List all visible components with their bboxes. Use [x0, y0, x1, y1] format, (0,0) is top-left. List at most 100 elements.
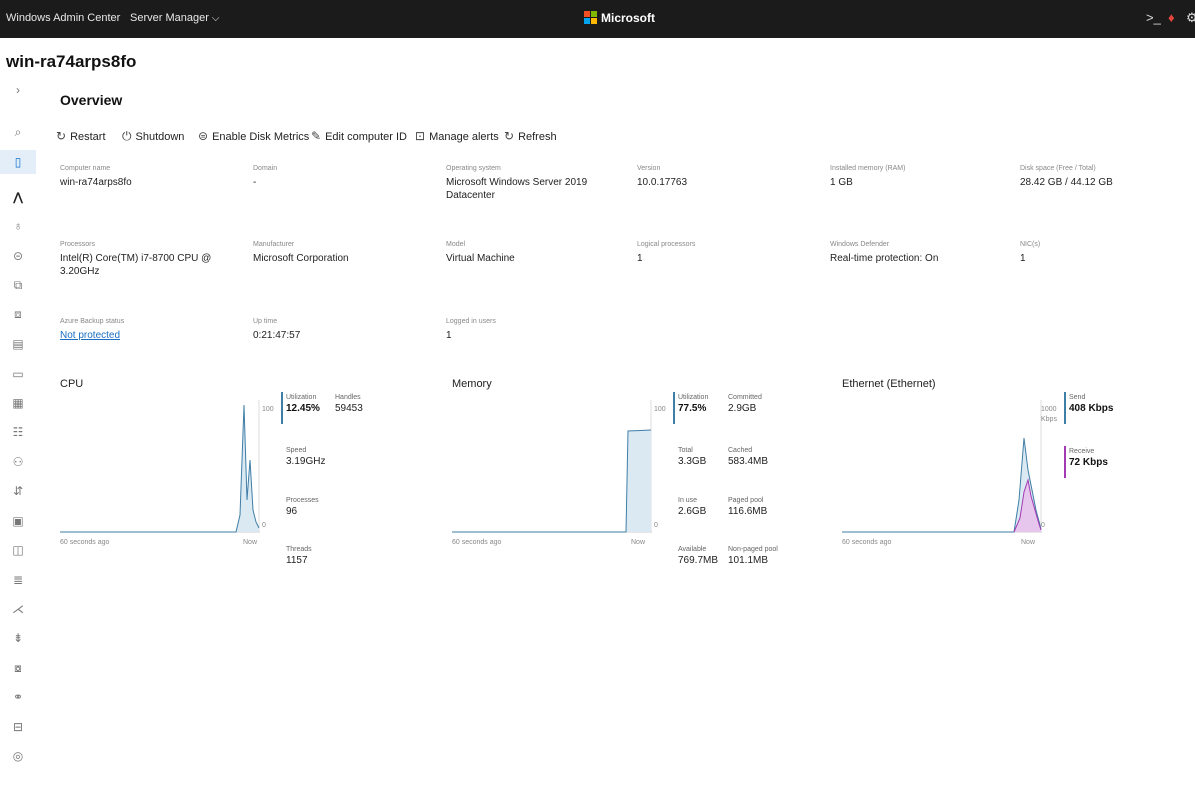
- containers-nav-icon[interactable]: ⊝: [0, 244, 36, 268]
- firewall-nav-icon[interactable]: ▭: [0, 362, 36, 386]
- mem-available: Available 769.7MB: [678, 546, 718, 566]
- eth-unit-label: Kbps: [1041, 416, 1057, 423]
- cpu-speed: Speed 3.19GHz: [286, 447, 325, 467]
- mem-inuse: In use 2.6GB: [678, 497, 706, 517]
- search-icon[interactable]: ⌕: [0, 120, 36, 144]
- settings-nav-icon[interactable]: ⚭: [0, 685, 36, 709]
- manage-alerts-button[interactable]: ⊡ Manage alerts: [415, 129, 499, 143]
- prop-value: Real-time protection: On: [830, 253, 939, 264]
- prop-backup: Azure Backup status Not protected: [60, 318, 124, 342]
- devices-nav-icon[interactable]: ⧉: [0, 273, 36, 297]
- eth-send: Send 408 Kbps: [1069, 394, 1113, 414]
- prop-label: NIC(s): [1020, 241, 1041, 248]
- overview-nav-icon[interactable]: ▯: [0, 150, 36, 174]
- restart-button[interactable]: ↻ Restart: [56, 129, 106, 143]
- mem-min-label: 0: [654, 522, 658, 529]
- prop-uptime: Up time 0:21:47:57: [253, 318, 300, 342]
- prop-value: Microsoft Windows Server 2019: [446, 177, 588, 188]
- cpu-chart: [60, 400, 260, 533]
- cpu-line: [60, 404, 260, 533]
- stat-value: 408 Kbps: [1069, 403, 1114, 414]
- prop-version: Version 10.0.17763: [637, 165, 687, 189]
- prop-logged-users: Logged in users 1: [446, 318, 496, 342]
- prop-value: Microsoft Corporation: [253, 253, 349, 264]
- manage-alerts-label: Manage alerts: [429, 131, 499, 143]
- send-marker: [1064, 392, 1066, 424]
- prop-label: Logical processors: [637, 241, 696, 248]
- settings-icon[interactable]: ⚙: [1186, 10, 1195, 26]
- registry-nav-icon[interactable]: ≣: [0, 568, 36, 592]
- storage-nav-icon[interactable]: ⊟: [0, 715, 36, 739]
- refresh-label: Refresh: [518, 131, 557, 143]
- cpu-utilization: Utilization 12.45%: [286, 394, 320, 414]
- notification-icon[interactable]: ♦: [1168, 10, 1175, 25]
- expand-icon[interactable]: ›: [0, 78, 36, 102]
- stat-label: Non-paged pool: [728, 546, 778, 553]
- eth-max-label: 1000: [1041, 406, 1057, 413]
- mem-committed: Committed 2.9GB: [728, 394, 762, 414]
- prop-model: Model Virtual Machine: [446, 241, 515, 265]
- eth-min-label: 0: [1041, 522, 1045, 529]
- list-nav-icon[interactable]: ☷: [0, 420, 36, 444]
- refresh-icon: ↻: [504, 129, 515, 143]
- prop-label: Manufacturer: [253, 241, 295, 248]
- stat-label: Utilization: [678, 394, 709, 401]
- certificates-nav-icon[interactable]: ♁: [0, 214, 36, 238]
- backup-status-link[interactable]: Not protected: [60, 329, 124, 342]
- users-nav-icon[interactable]: ⚇: [0, 450, 36, 474]
- network-nav-icon[interactable]: ⇵: [0, 479, 36, 503]
- prop-value-2: 3.20GHz: [60, 266, 100, 277]
- prop-label: Operating system: [446, 165, 501, 172]
- page-title: Overview: [60, 92, 123, 108]
- stat-value: 3.3GB: [678, 456, 707, 467]
- stat-label: Utilization: [286, 394, 317, 401]
- stat-label: Speed: [286, 447, 307, 454]
- alerts-nav-icon[interactable]: ⋀: [0, 185, 36, 209]
- stat-label: Paged pool: [728, 497, 764, 504]
- alert-icon: ⊡: [415, 129, 426, 143]
- packet-nav-icon[interactable]: ▣: [0, 509, 36, 533]
- terminal-icon[interactable]: >_: [1146, 10, 1161, 25]
- prop-label: Disk space (Free / Total): [1020, 165, 1096, 172]
- stat-label: Processes: [286, 497, 319, 504]
- cpu-handles: Handles 59453: [335, 394, 363, 414]
- stat-label: Available: [678, 546, 707, 553]
- prop-processors: Processors Intel(R) Core(TM) i7-8700 CPU…: [60, 241, 211, 278]
- enable-disk-metrics-button[interactable]: ⊜ Enable Disk Metrics: [198, 129, 309, 143]
- prop-defender: Windows Defender Real-time protection: O…: [830, 241, 938, 265]
- edit-id-label: Edit computer ID: [325, 131, 407, 143]
- edit-computer-id-button[interactable]: ✎ Edit computer ID: [311, 129, 407, 143]
- stat-value: 72 Kbps: [1069, 457, 1108, 468]
- cpu-chart-title: CPU: [60, 378, 84, 390]
- prop-value: 10.0.17763: [637, 177, 688, 188]
- restart-label: Restart: [70, 131, 106, 143]
- server-manager-menu[interactable]: Server Manager ⌵: [130, 12, 219, 24]
- cpu-max-label: 100: [262, 406, 274, 413]
- services-nav-icon[interactable]: ⧇: [0, 656, 36, 680]
- top-bar: Windows Admin Center Server Manager ⌵ Mic…: [0, 0, 1195, 38]
- stat-value: 2.6GB: [678, 506, 707, 517]
- apps-nav-icon[interactable]: ▦: [0, 391, 36, 415]
- prop-label: Computer name: [60, 165, 111, 172]
- eth-start-label: 60 seconds ago: [842, 539, 892, 546]
- performance-nav-icon[interactable]: ◫: [0, 538, 36, 562]
- roles-nav-icon[interactable]: ⋌: [0, 597, 36, 621]
- prop-value: 1: [1020, 253, 1026, 264]
- files-nav-icon[interactable]: ▤: [0, 332, 36, 356]
- mem-nonpaged-pool: Non-paged pool 101.1MB: [728, 546, 778, 566]
- ethernet-chart-title: Ethernet (Ethernet): [842, 378, 936, 390]
- brand-name: Microsoft: [601, 11, 655, 25]
- send-line: [842, 437, 1042, 533]
- updates-nav-icon[interactable]: ◎: [0, 744, 36, 768]
- prop-label: Model: [446, 241, 466, 248]
- events-nav-icon[interactable]: ⧈: [0, 302, 36, 326]
- microsoft-logo-icon: [584, 11, 598, 25]
- tasks-nav-icon[interactable]: ⇟: [0, 626, 36, 650]
- stat-value: 96: [286, 506, 298, 517]
- shutdown-button[interactable]: ⏻ Shutdown: [122, 129, 184, 144]
- app-title[interactable]: Windows Admin Center: [6, 12, 120, 24]
- cpu-min-label: 0: [262, 522, 266, 529]
- stat-value: 583.4MB: [728, 456, 769, 467]
- stat-value: 769.7MB: [678, 555, 719, 566]
- refresh-button[interactable]: ↻ Refresh: [504, 129, 557, 143]
